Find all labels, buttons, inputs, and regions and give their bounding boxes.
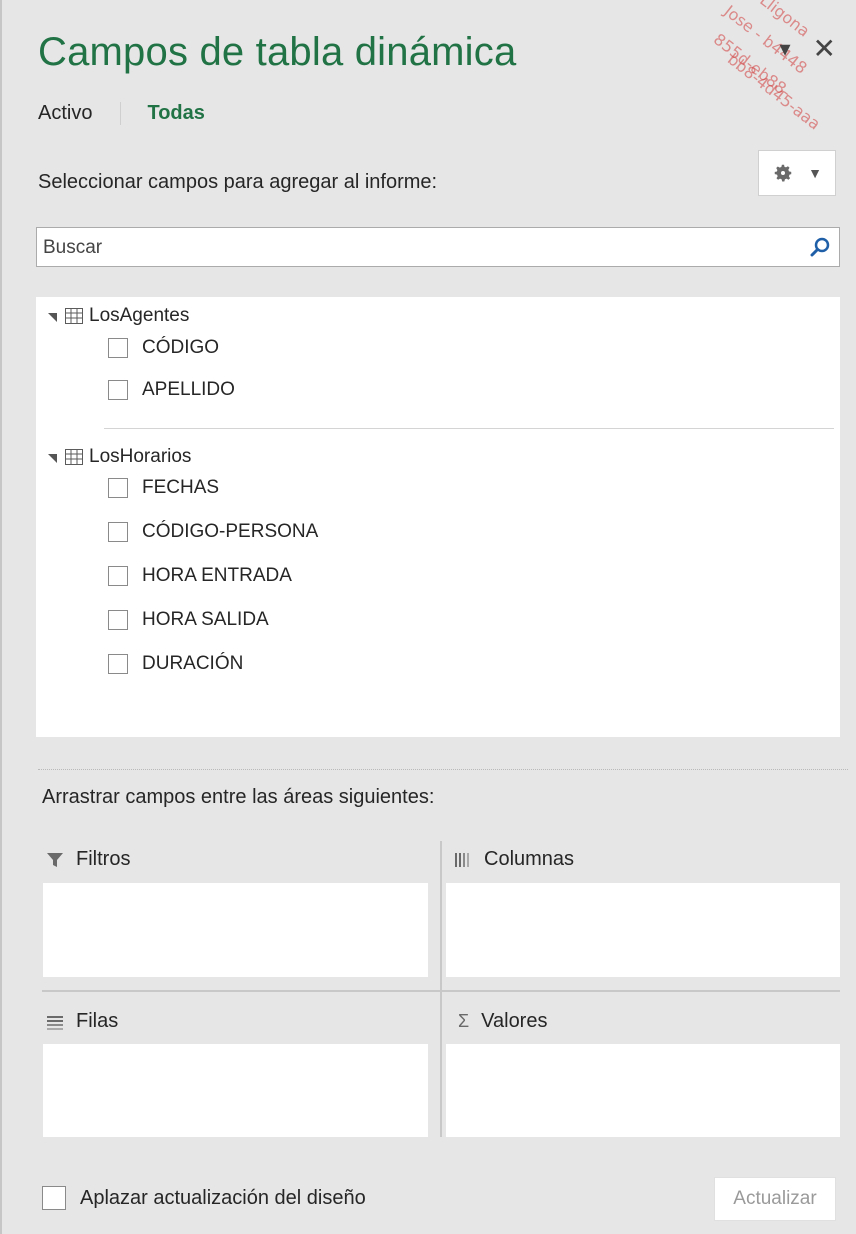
rows-icon — [47, 1015, 63, 1030]
search-input[interactable] — [41, 228, 805, 268]
close-icon[interactable]: ✕ — [813, 35, 836, 63]
field-label: APELLIDO — [142, 379, 235, 400]
splitter[interactable] — [38, 769, 848, 770]
field-checkbox[interactable] — [108, 654, 128, 674]
field-checkbox[interactable] — [108, 610, 128, 630]
values-area-title: Σ Valores — [458, 1010, 547, 1033]
values-drop-zone[interactable] — [446, 1044, 840, 1137]
field-label: HORA SALIDA — [142, 609, 269, 630]
watermark-line: Lligona — [756, 0, 814, 41]
field-item[interactable]: HORA SALIDA — [108, 609, 269, 631]
field-checkbox[interactable] — [108, 522, 128, 542]
sigma-icon: Σ — [458, 1011, 470, 1031]
table-header[interactable]: LosHorarios — [48, 446, 191, 468]
pane-options-dropdown-icon[interactable]: ▾ — [779, 36, 790, 62]
field-item[interactable]: HORA ENTRADA — [108, 565, 292, 587]
filters-label: Filtros — [76, 848, 131, 870]
field-label: CÓDIGO-PERSONA — [142, 521, 319, 542]
filters-drop-zone[interactable] — [43, 883, 428, 977]
table-header[interactable]: LosAgentes — [48, 305, 189, 327]
field-item[interactable]: CÓDIGO-PERSONA — [108, 521, 318, 543]
defer-update-checkbox[interactable] — [42, 1186, 66, 1210]
watermark: Lligona Jose - b4448 855d-eb88- bb8-4d45… — [666, 0, 856, 160]
columns-icon — [455, 852, 469, 867]
field-checkbox[interactable] — [108, 478, 128, 498]
field-checkbox[interactable] — [108, 338, 128, 358]
rows-area-title: Filas — [46, 1010, 118, 1033]
update-button[interactable]: Actualizar — [714, 1177, 836, 1221]
values-label: Valores — [481, 1010, 548, 1032]
table-icon — [65, 308, 83, 324]
field-item[interactable]: CÓDIGO — [108, 337, 219, 359]
rows-drop-zone[interactable] — [43, 1044, 428, 1137]
drag-fields-label: Arrastrar campos entre las áreas siguien… — [42, 786, 435, 808]
search-box — [36, 227, 840, 268]
columns-label: Columnas — [484, 848, 575, 870]
field-label: HORA ENTRADA — [142, 565, 292, 586]
table-icon — [65, 449, 83, 465]
area-divider-horizontal — [42, 990, 840, 992]
tools-button[interactable]: ▼ — [758, 150, 836, 196]
area-divider-vertical — [440, 841, 442, 1137]
select-fields-label: Seleccionar campos para agregar al infor… — [38, 171, 438, 193]
search-icon[interactable] — [809, 236, 831, 258]
field-item[interactable]: DURACIÓN — [108, 653, 243, 675]
chevron-down-icon: ▼ — [808, 165, 822, 181]
field-checkbox[interactable] — [108, 566, 128, 586]
field-label: DURACIÓN — [142, 653, 244, 674]
table-name: LosHorarios — [89, 446, 192, 467]
watermark-line: bb8-4d45-aaa — [724, 49, 825, 134]
expand-collapse-icon[interactable] — [48, 453, 57, 463]
field-label: CÓDIGO — [142, 337, 220, 358]
field-item[interactable]: APELLIDO — [108, 379, 235, 401]
tab-todas[interactable]: Todas — [120, 102, 232, 125]
field-label: FECHAS — [142, 477, 220, 498]
expand-collapse-icon[interactable] — [48, 312, 57, 322]
tab-bar: Activo Todas — [38, 102, 233, 125]
defer-update-option[interactable]: Aplazar actualización del diseño — [42, 1186, 366, 1210]
rows-label: Filas — [76, 1010, 119, 1032]
field-checkbox[interactable] — [108, 380, 128, 400]
table-name: LosAgentes — [89, 305, 190, 326]
title-controls: ▾ ✕ — [779, 35, 836, 63]
columns-area-title: Columnas — [454, 848, 574, 871]
defer-update-label: Aplazar actualización del diseño — [80, 1186, 366, 1209]
columns-drop-zone[interactable] — [446, 883, 840, 977]
filter-icon — [47, 852, 63, 867]
gear-icon — [774, 164, 792, 182]
field-item[interactable]: FECHAS — [108, 477, 219, 499]
pivot-field-pane: Campos de tabla dinámica Lligona Jose - … — [0, 0, 856, 1234]
field-list: LosAgentes CÓDIGO APELLIDO LosHorarios F… — [36, 297, 840, 737]
filters-area-title: Filtros — [46, 848, 130, 871]
table-separator — [104, 428, 834, 429]
pane-title: Campos de tabla dinámica — [38, 30, 517, 74]
tab-activo[interactable]: Activo — [38, 102, 120, 125]
